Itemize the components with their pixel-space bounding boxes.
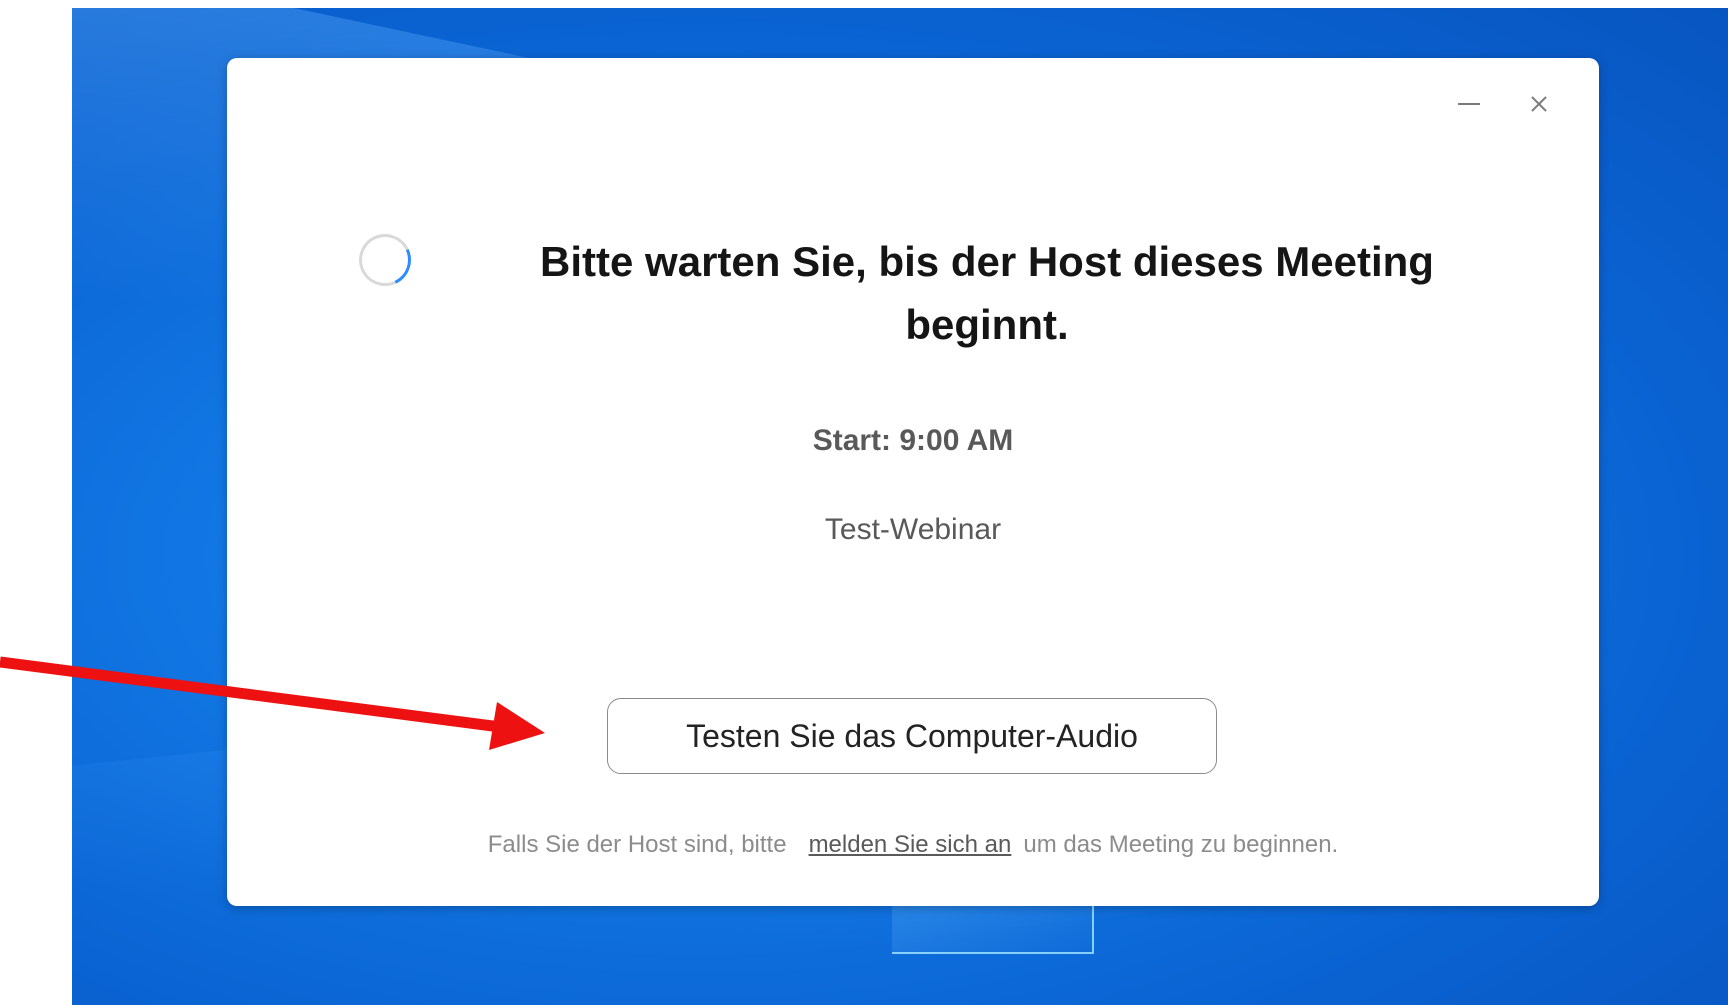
test-computer-audio-button[interactable]: Testen Sie das Computer-Audio [607, 698, 1217, 774]
loading-spinner-icon [351, 226, 419, 294]
minimize-button[interactable] [1447, 82, 1491, 126]
close-button[interactable] [1517, 82, 1561, 126]
footer-suffix-text: um das Meeting zu beginnen. [1023, 831, 1339, 858]
screenshot-stage: Bitte warten Sie, bis der Host dieses Me… [0, 0, 1728, 1005]
footer-prefix-text: Falls Sie der Host sind, bitte [487, 831, 787, 858]
meeting-name: Test-Webinar [824, 513, 1002, 546]
host-signin-footer: Falls Sie der Host sind, bitte melden Sie… [227, 828, 1599, 862]
signin-link[interactable]: melden Sie sich an [809, 831, 1012, 858]
waiting-message-title: Bitte warten Sie, bis der Host dieses Me… [540, 238, 1434, 348]
waiting-room-dialog: Bitte warten Sie, bis der Host dieses Me… [227, 58, 1599, 906]
meeting-start-time: Start: 9:00 AM [812, 424, 1014, 457]
close-icon [1529, 94, 1549, 114]
minimize-icon [1458, 103, 1480, 105]
